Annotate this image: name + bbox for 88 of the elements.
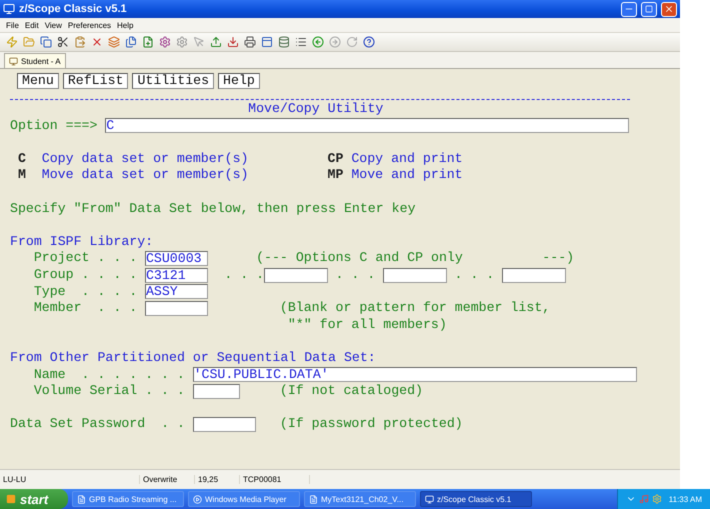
field-note: (If password protected) (280, 416, 462, 433)
field-label: Data Set Password . . (10, 416, 185, 433)
files-icon[interactable] (125, 36, 137, 48)
field-label: Project . . . (34, 250, 137, 267)
field-label: Volume Serial . . . (34, 383, 185, 400)
input-field[interactable] (192, 417, 256, 432)
field-label: Type . . . . (34, 284, 137, 300)
input-field[interactable]: CSU0003 (144, 251, 208, 266)
document-icon (77, 494, 86, 504)
app-icon (3, 3, 15, 15)
action-bar-item[interactable]: Utilities (132, 73, 214, 89)
field-label: Name . . . . . . . (34, 366, 185, 384)
maximize-button[interactable] (641, 2, 657, 16)
window-title: z/Scope Classic v5.1 (19, 3, 128, 15)
windows-logo-icon (6, 494, 16, 504)
settings-icon[interactable] (159, 36, 171, 48)
back-icon[interactable] (312, 36, 324, 48)
field-note: "*" for all members) (288, 316, 447, 334)
input-field[interactable] (144, 300, 208, 316)
input-field[interactable]: C (105, 118, 630, 134)
settings-icon[interactable] (176, 36, 188, 48)
scissors-icon[interactable] (57, 36, 69, 48)
command-code: CP (328, 150, 344, 168)
field-note: (--- Options C and CP only ---) (256, 250, 574, 267)
download-icon[interactable] (227, 36, 239, 48)
menubar-option[interactable]: Preferences (68, 20, 112, 30)
taskbar-button[interactable]: z/Scope Classic v5.1 (420, 491, 532, 507)
panel-title: Move/Copy Utility (248, 101, 384, 118)
help-icon[interactable] (363, 36, 375, 48)
command-code: C (18, 150, 26, 168)
input-field[interactable] (502, 268, 566, 283)
window-icon[interactable] (261, 36, 273, 48)
minimize-button[interactable] (621, 2, 637, 16)
input-field[interactable] (383, 268, 447, 283)
command-description: Move data set or member(s) (42, 167, 248, 184)
action-bar-item[interactable]: Menu (17, 73, 59, 89)
paste-icon[interactable] (74, 36, 86, 48)
field-label: . . . (454, 266, 494, 284)
menubar-option[interactable]: View (44, 20, 62, 30)
database-icon[interactable] (278, 36, 290, 48)
field-label: . . . (335, 266, 376, 284)
start-button[interactable]: start (0, 489, 68, 509)
taskbar-button[interactable]: GPB Radio Streaming ... (72, 491, 184, 507)
new-file-icon[interactable] (142, 36, 154, 48)
section-heading: From ISPF Library: (10, 234, 153, 250)
close-icon (664, 4, 674, 14)
delete-icon[interactable] (91, 36, 103, 48)
monitor-icon (9, 56, 18, 66)
command-code: MP (328, 167, 344, 184)
copy-icon[interactable] (40, 36, 52, 48)
input-field[interactable] (192, 384, 240, 399)
layers-icon[interactable] (108, 36, 120, 48)
taskbar-button[interactable]: MyText3121_Ch02_V... (304, 491, 416, 507)
session-tab[interactable]: Student - A (4, 53, 66, 68)
input-field[interactable]: 'CSU.PUBLIC.DATA' (192, 367, 638, 382)
monitor-icon (425, 494, 434, 504)
input-field[interactable] (264, 268, 328, 283)
command-description: Move and print (351, 167, 462, 184)
status-text: 19,25 (195, 475, 240, 484)
command-description: Copy and print (351, 150, 462, 168)
field-label: Member . . . (34, 300, 137, 317)
input-field[interactable]: C3121 (144, 268, 208, 283)
printer-icon[interactable] (244, 36, 256, 48)
status-text: Overwrite (140, 475, 195, 484)
status-text: TCP00081 (240, 475, 310, 484)
instruction-text: Specify "From" Data Set below, then press Enter key (10, 200, 415, 218)
action-bar-item[interactable]: Help (218, 73, 260, 89)
option-label: Option ===> (10, 118, 98, 134)
menubar-option[interactable]: File (6, 20, 19, 30)
menubar-option[interactable]: Help (117, 20, 134, 30)
status-text: LU-LU (0, 475, 140, 484)
close-button[interactable] (661, 2, 677, 16)
field-label: . . . (224, 266, 264, 284)
play-icon (193, 494, 202, 504)
input-field[interactable]: ASSY (144, 284, 208, 300)
upload-icon[interactable] (210, 36, 222, 48)
command-description: Copy data set or member(s) (42, 150, 248, 168)
field-note: (If not cataloged) (280, 383, 423, 400)
field-label: Group . . . . (34, 266, 137, 284)
action-bar-item[interactable]: RefList (62, 73, 128, 89)
command-code: M (18, 167, 26, 184)
field-note: (Blank or pattern for member list, (280, 300, 550, 317)
menubar-option[interactable]: Edit (24, 20, 39, 30)
maximize-icon (645, 5, 653, 13)
taskbar-button[interactable]: Windows Media Player (188, 491, 300, 507)
clock: 11:33 AM (668, 494, 702, 504)
document-icon (309, 494, 318, 504)
section-heading: From Other Partitioned or Sequential Data Set: (10, 350, 376, 366)
